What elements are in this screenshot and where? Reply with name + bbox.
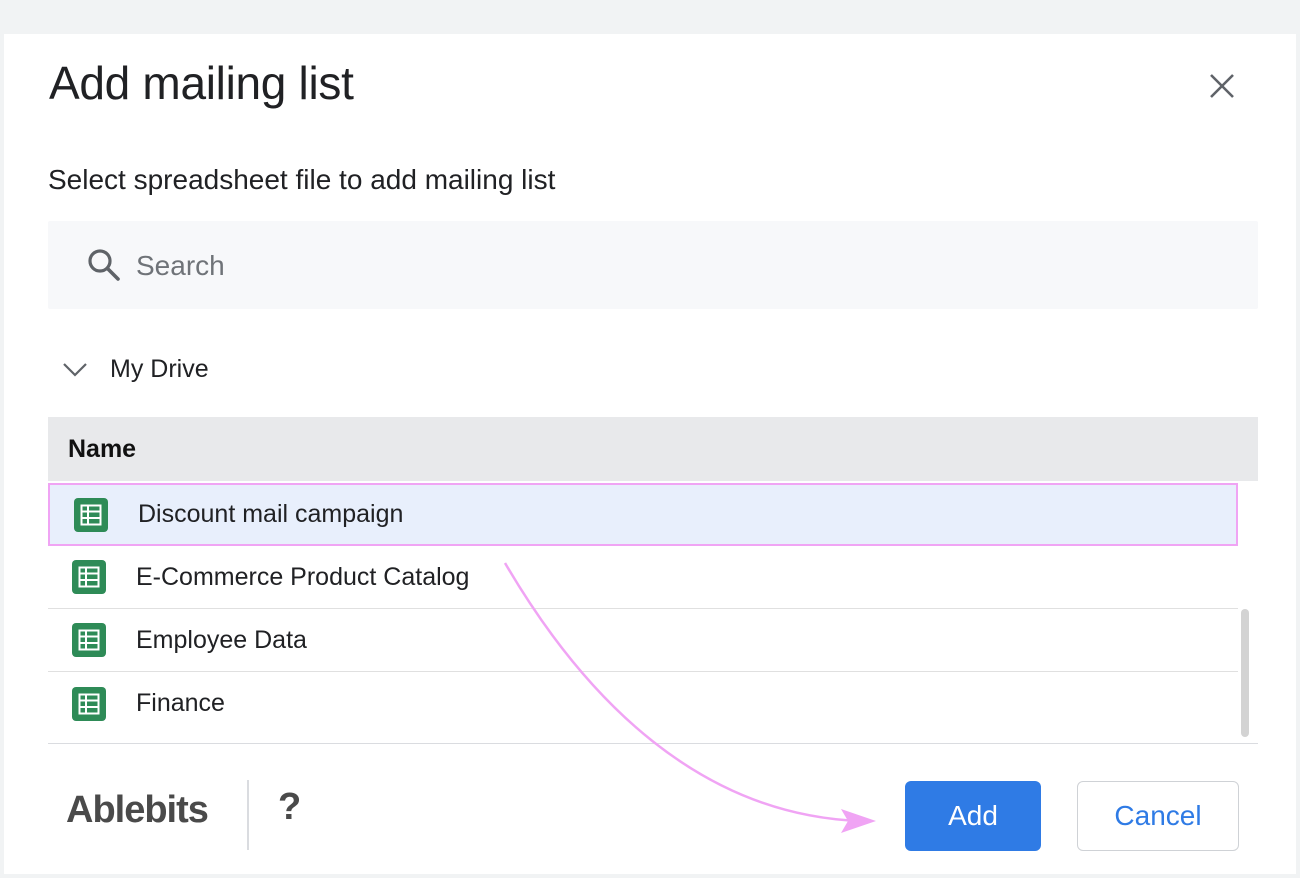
folder-label: My Drive [110,354,209,383]
file-name: Discount mail campaign [138,500,404,528]
file-list: Discount mail campaign E-Commerce Produc… [48,481,1238,735]
spreadsheet-icon [72,560,106,594]
add-button[interactable]: Add [905,781,1041,851]
file-name: E-Commerce Product Catalog [136,562,470,591]
file-name: Employee Data [136,625,307,654]
add-mailing-list-dialog: Add mailing list Select spreadsheet file… [4,34,1296,874]
close-icon [1210,74,1234,98]
ablebits-logo: Ablebits [66,789,209,831]
search-input[interactable] [134,241,1218,291]
chevron-down-icon [63,363,87,377]
help-button[interactable]: ? [278,786,301,829]
spreadsheet-icon [72,686,106,721]
spreadsheet-icon [72,623,106,657]
search-box [48,221,1258,309]
footer-divider [247,780,249,850]
spreadsheet-icon [74,497,108,532]
folder-my-drive[interactable]: My Drive [48,344,448,394]
table-header-name: Name [48,417,1258,481]
file-row-discount-mail-campaign[interactable]: Discount mail campaign [48,483,1238,546]
file-row-employee-data[interactable]: Employee Data [48,609,1238,672]
search-icon [88,249,120,281]
dialog-subtitle: Select spreadsheet file to add mailing l… [48,164,556,195]
cancel-button[interactable]: Cancel [1077,781,1239,851]
close-button[interactable] [1200,64,1244,108]
file-row-finance[interactable]: Finance [48,672,1238,735]
file-row-e-commerce-product-catalog[interactable]: E-Commerce Product Catalog [48,546,1238,609]
scrollbar[interactable] [1241,609,1249,737]
file-table: Name Discount mail campaign E-Commerce P… [48,417,1258,744]
file-name: Finance [136,689,225,717]
dialog-title: Add mailing list [49,57,354,109]
